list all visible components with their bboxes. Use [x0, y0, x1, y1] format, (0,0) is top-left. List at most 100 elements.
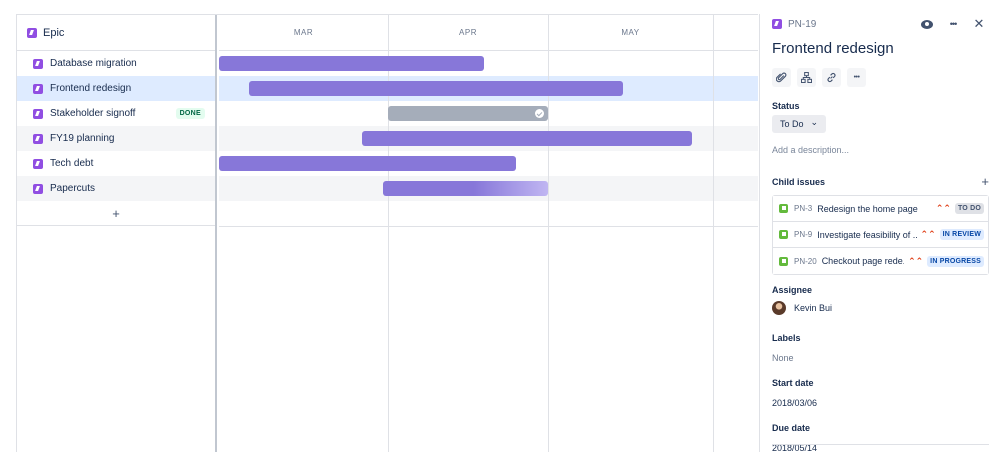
- child-issue-key: PN-3: [794, 204, 813, 213]
- child-issue-title: Checkout page rede...: [821, 256, 905, 266]
- due-date-label: Due date: [772, 423, 811, 433]
- child-issue-key: PN-9: [794, 230, 813, 239]
- status-lozenge: IN REVIEW: [939, 229, 984, 240]
- start-date-section: Start date 2018/03/06: [772, 378, 989, 408]
- link-icon: [827, 72, 836, 83]
- epic-row-papercuts[interactable]: Papercuts: [17, 176, 215, 201]
- priority-highest-icon: ⌃⌃: [935, 203, 951, 213]
- labels-label: Labels: [772, 333, 801, 343]
- epic-icon: [33, 83, 43, 94]
- epic-bar-papercuts[interactable]: [383, 181, 548, 196]
- epic-bar-database-migration[interactable]: [219, 56, 484, 71]
- chevron-down-icon: ⌄: [810, 117, 819, 127]
- assignee-label: Assignee: [772, 285, 813, 295]
- child-issue-pn-9[interactable]: PN-9 Investigate feasibility of ... ⌃⌃ I…: [773, 222, 988, 248]
- epic-row-stakeholder-signoff[interactable]: Stakeholder signoff DONE: [17, 101, 215, 126]
- epic-name: Tech debt: [50, 158, 94, 169]
- issue-detail-panel: PN-19 ••• ✕ Frontend redesign ••• Status…: [759, 14, 999, 452]
- attachment-button[interactable]: [772, 68, 791, 87]
- issue-action-bar: •••: [772, 68, 989, 87]
- story-icon: [779, 204, 788, 213]
- epic-icon: [772, 19, 782, 29]
- month-header: MAR APR MAY: [219, 15, 758, 51]
- epic-icon: [33, 108, 43, 119]
- month-label-mar: MAR: [293, 28, 314, 37]
- epic-list: Epic Database migration Frontend redesig…: [17, 15, 217, 452]
- issue-title[interactable]: Frontend redesign: [772, 40, 989, 62]
- child-issues-label: Child issues: [772, 176, 826, 187]
- avatar: [772, 301, 786, 315]
- priority-highest-icon: ⌃⌃: [920, 229, 936, 239]
- status-lozenge: TO DO: [954, 203, 984, 214]
- epic-bar-frontend-redesign[interactable]: [249, 81, 623, 96]
- description-placeholder[interactable]: Add a description...: [772, 145, 989, 155]
- child-issue-pn-3[interactable]: PN-3 Redesign the home page ⌃⌃ TO DO: [773, 196, 988, 222]
- epic-name: Stakeholder signoff: [50, 108, 136, 119]
- story-icon: [779, 256, 788, 266]
- status-section: Status To Do ⌄: [772, 101, 989, 133]
- month-divider: [713, 15, 714, 452]
- epic-row-tech-debt[interactable]: Tech debt: [17, 151, 215, 176]
- labels-value[interactable]: None: [772, 353, 989, 363]
- epic-icon: [33, 133, 43, 144]
- child-issue-icon: [801, 72, 812, 83]
- status-dropdown[interactable]: To Do ⌄: [772, 115, 827, 133]
- child-issue-title: Investigate feasibility of ...: [817, 229, 917, 240]
- epic-icon: [27, 27, 37, 38]
- epic-name: FY19 planning: [50, 133, 115, 144]
- plus-icon: +: [112, 205, 120, 221]
- labels-section: Labels None: [772, 333, 989, 363]
- epic-name: Database migration: [50, 58, 137, 69]
- epic-bar-tech-debt[interactable]: [219, 156, 516, 171]
- child-issue-pn-20[interactable]: PN-20 Checkout page rede... ⌃⌃ IN PROGRE…: [773, 248, 988, 274]
- epic-icon: [33, 58, 43, 69]
- epic-bar-stakeholder-signoff[interactable]: [388, 106, 548, 121]
- start-date-value[interactable]: 2018/03/06: [772, 398, 989, 408]
- epic-row-fy19-planning[interactable]: FY19 planning: [17, 126, 215, 151]
- epic-row-database-migration[interactable]: Database migration: [17, 51, 215, 76]
- assignee-field[interactable]: Kevin Bui: [772, 301, 989, 315]
- due-date-section: Due date 2018/05/14: [772, 423, 989, 452]
- assignee-name: Kevin Bui: [794, 303, 833, 313]
- add-child-issue-button[interactable]: [797, 68, 816, 87]
- epic-list-header: Epic: [17, 15, 215, 51]
- roadmap: Epic Database migration Frontend redesig…: [16, 14, 758, 452]
- assignee-section: Assignee Kevin Bui: [772, 285, 989, 315]
- more-actions-button[interactable]: •••: [943, 14, 963, 34]
- epic-name: Papercuts: [50, 183, 96, 194]
- link-issue-button[interactable]: [822, 68, 841, 87]
- child-issue-title: Redesign the home page: [817, 203, 918, 214]
- check-circle-icon: [535, 109, 544, 118]
- timeline: MAR APR MAY: [219, 15, 758, 452]
- status-lozenge: IN PROGRESS: [927, 255, 984, 267]
- add-child-issue-plus[interactable]: +: [981, 174, 989, 189]
- child-issue-list: PN-3 Redesign the home page ⌃⌃ TO DO PN-…: [772, 195, 989, 275]
- panel-divider: [772, 444, 989, 445]
- status-label: Status: [772, 101, 800, 111]
- add-epic-button[interactable]: +: [17, 201, 215, 226]
- child-issue-key: PN-20: [794, 256, 817, 266]
- epic-row-frontend-redesign[interactable]: Frontend redesign: [17, 76, 215, 101]
- attachment-icon: [776, 72, 787, 83]
- eye-icon: [921, 19, 933, 29]
- epic-icon: [33, 183, 43, 194]
- watch-button[interactable]: [917, 14, 937, 34]
- priority-highest-icon: ⌃⌃: [908, 255, 924, 266]
- epic-column-title: Epic: [43, 26, 65, 39]
- story-icon: [779, 230, 788, 239]
- done-status-lozenge: DONE: [175, 108, 205, 119]
- more-icon[interactable]: •••: [847, 68, 866, 87]
- close-button[interactable]: ✕: [969, 14, 989, 34]
- child-issues-section: Child issues + PN-3 Redesign the home pa…: [772, 174, 989, 275]
- timeline-divider: [219, 226, 758, 227]
- description-section: Add a description...: [772, 145, 989, 155]
- status-value: To Do: [780, 119, 804, 129]
- issue-key-link[interactable]: PN-19: [788, 19, 911, 30]
- panel-header: PN-19 ••• ✕: [772, 14, 989, 34]
- epic-name: Frontend redesign: [50, 83, 132, 94]
- epic-icon: [33, 158, 43, 169]
- start-date-label: Start date: [772, 378, 814, 388]
- month-label-may: MAY: [621, 28, 640, 37]
- month-label-apr: APR: [459, 28, 477, 37]
- epic-bar-fy19-planning[interactable]: [362, 131, 692, 146]
